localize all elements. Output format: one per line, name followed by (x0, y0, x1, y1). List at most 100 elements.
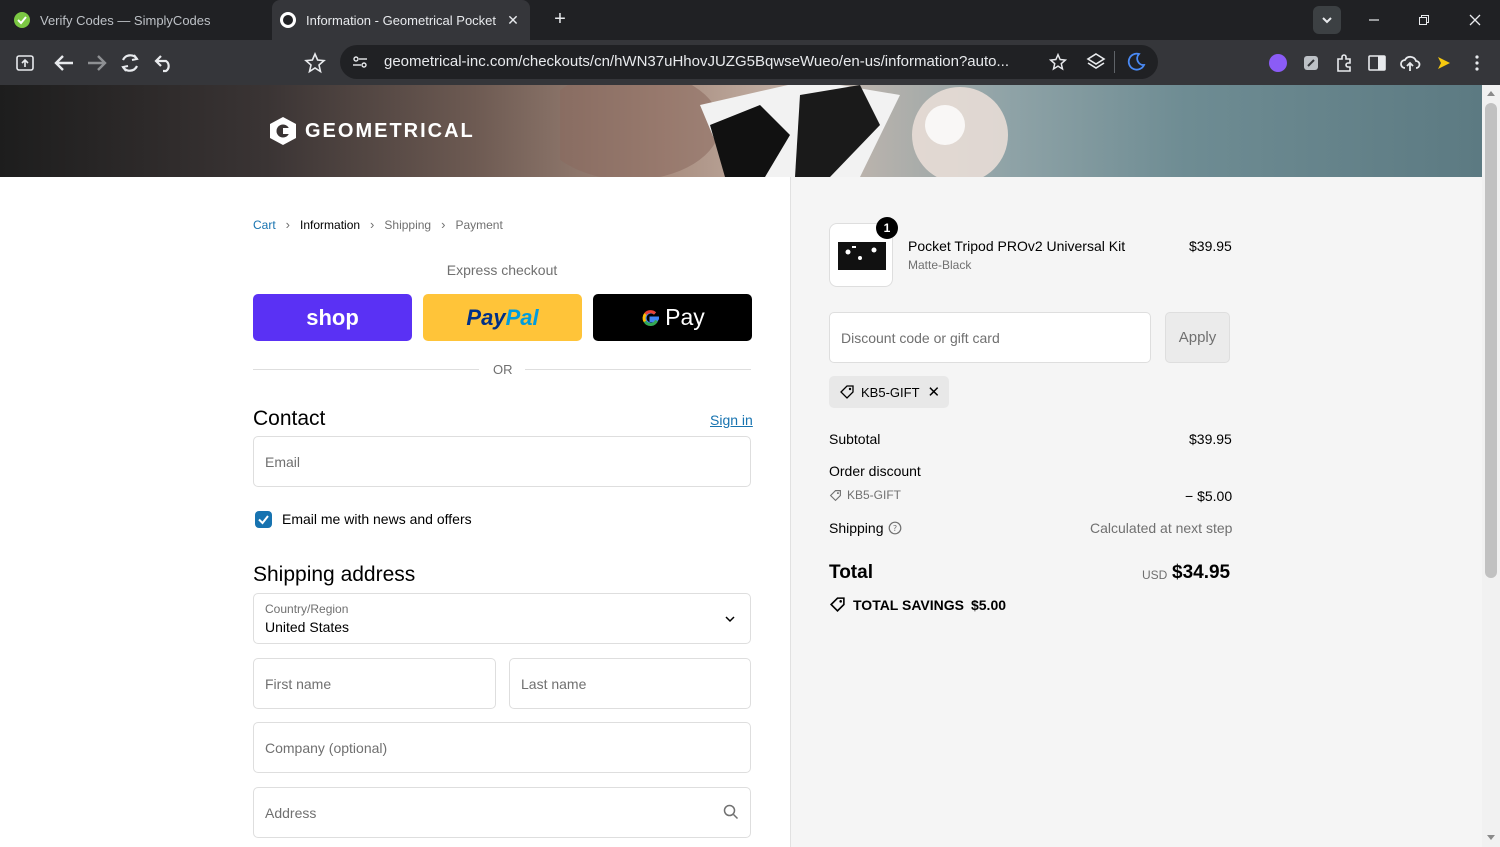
help-circle-icon[interactable]: ? (888, 521, 902, 535)
country-select[interactable]: Country/Region United States (253, 593, 751, 644)
remove-discount-icon[interactable]: ✕ (928, 383, 941, 401)
breadcrumb-payment: Payment (455, 217, 503, 232)
close-window-button[interactable] (1458, 6, 1492, 34)
close-tab-icon[interactable]: ✕ (504, 11, 522, 29)
reload-icon[interactable] (117, 50, 143, 76)
simplycodes-favicon-icon (14, 12, 30, 28)
new-tab-button[interactable]: + (548, 8, 572, 32)
google-g-icon (642, 309, 660, 326)
paypal-label-pal: Pal (505, 304, 539, 330)
last-name-input[interactable] (510, 659, 750, 708)
tab-search-button[interactable] (1313, 6, 1341, 34)
shop-pay-label: shop (306, 304, 359, 330)
tab-title: Information - Geometrical Pocket (306, 12, 496, 28)
newsletter-checkbox[interactable] (255, 511, 272, 528)
paypal-button[interactable]: Pay Pal (423, 294, 582, 341)
tab-information[interactable]: Information - Geometrical Pocket ✕ (272, 0, 530, 40)
scrollbar-thumb[interactable] (1485, 103, 1497, 578)
total-value: $34.95 (1172, 562, 1231, 583)
browser-tab-bar: Verify Codes — SimplyCodes Information -… (0, 0, 1500, 40)
price-tag-icon (829, 489, 841, 501)
back-arrow-icon[interactable] (51, 50, 77, 76)
minimize-button[interactable] (1357, 6, 1391, 34)
tab-verify-codes[interactable]: Verify Codes — SimplyCodes (0, 0, 270, 40)
quantity-badge: 1 (876, 217, 898, 239)
yellow-extension-icon[interactable] (1431, 50, 1457, 76)
cloud-upload-icon[interactable] (1397, 50, 1423, 76)
tab-title: Verify Codes — SimplyCodes (40, 12, 211, 28)
order-discount-label: Order discount (829, 463, 921, 479)
product-price: $39.95 (1189, 238, 1232, 254)
chevron-down-icon (725, 616, 735, 623)
divider-line (253, 369, 479, 370)
header-banner: GEOMETRICAL (0, 85, 1482, 177)
applied-discount-code: KB5-GIFT (861, 384, 920, 400)
express-checkout-title: Express checkout (446, 262, 558, 278)
apply-discount-button[interactable]: Apply (1165, 312, 1230, 363)
url-text[interactable]: geometrical-inc.com/checkouts/cn/hWN37uH… (384, 53, 1034, 70)
newsletter-label: Email me with news and offers (282, 511, 472, 527)
discount-code-input[interactable] (830, 313, 1150, 362)
purple-extension-icon[interactable] (1265, 50, 1291, 76)
breadcrumb-information: Information (300, 217, 361, 232)
chevron-right-icon: › (370, 217, 375, 232)
page-scrollbar[interactable] (1482, 85, 1500, 847)
star-icon[interactable] (1048, 52, 1068, 76)
total-savings-row: TOTAL SAVINGS $5.00 (829, 596, 1006, 613)
site-settings-icon[interactable] (352, 54, 368, 75)
upload-icon[interactable] (12, 50, 38, 76)
address-bar[interactable]: geometrical-inc.com/checkouts/cn/hWN37uH… (340, 45, 1158, 79)
search-icon[interactable] (723, 804, 739, 820)
side-panel-icon[interactable] (1364, 50, 1390, 76)
total-savings-label: TOTAL SAVINGS (853, 596, 964, 613)
company-field[interactable] (253, 722, 751, 773)
address-input[interactable] (254, 788, 750, 837)
chevron-down-icon (1322, 17, 1332, 24)
first-name-input[interactable] (254, 659, 495, 708)
forward-arrow-icon[interactable] (84, 50, 110, 76)
geometrical-logo-icon (270, 117, 296, 145)
divider-line (525, 369, 751, 370)
order-discount-value: − $5.00 (1185, 488, 1233, 504)
chevron-right-icon: › (441, 217, 446, 232)
or-divider-text: OR (493, 362, 513, 377)
breadcrumb-cart[interactable]: Cart (253, 218, 276, 232)
more-menu-icon[interactable] (1464, 50, 1490, 76)
email-field[interactable] (253, 436, 751, 487)
sign-in-link[interactable]: Sign in (710, 412, 753, 428)
browser-toolbar: geometrical-inc.com/checkouts/cn/hWN37uH… (0, 40, 1500, 85)
first-name-field[interactable] (253, 658, 496, 709)
company-input[interactable] (254, 723, 750, 772)
country-label: Country/Region (265, 602, 349, 616)
shipping-address-heading: Shipping address (253, 563, 416, 586)
google-pay-button[interactable]: Pay (593, 294, 752, 341)
geometrical-favicon-icon (280, 12, 296, 28)
total-label: Total (829, 562, 873, 583)
dark-mode-moon-icon[interactable] (1126, 52, 1146, 77)
bookmark-star-icon[interactable] (302, 50, 328, 76)
restore-button[interactable] (1407, 6, 1441, 34)
scroll-down-arrow-icon[interactable] (1486, 834, 1496, 842)
extensions-puzzle-icon[interactable] (1331, 50, 1357, 76)
extension-shield-icon[interactable] (1298, 50, 1324, 76)
discount-code-field[interactable] (829, 312, 1151, 363)
logo-text: GEOMETRICAL (305, 119, 475, 142)
currency-code: USD (1142, 568, 1168, 582)
layers-extension-icon[interactable] (1086, 52, 1106, 77)
store-logo[interactable]: GEOMETRICAL (268, 116, 475, 146)
scroll-up-arrow-icon[interactable] (1486, 89, 1496, 97)
undo-icon[interactable] (151, 50, 177, 76)
product-name: Pocket Tripod PROv2 Universal Kit (908, 238, 1126, 254)
last-name-field[interactable] (509, 658, 751, 709)
tripod-banner-image (560, 85, 1008, 177)
email-input[interactable] (254, 437, 750, 486)
subtotal-value: $39.95 (1189, 431, 1232, 447)
order-discount-code: KB5-GIFT (847, 488, 902, 502)
price-tag-icon (829, 597, 845, 613)
checkmark-icon (258, 515, 269, 525)
checkout-form-column: Cart › Information › Shipping › Payment … (0, 177, 790, 847)
price-tag-icon (840, 385, 854, 399)
total-savings-value: $5.00 (970, 596, 1007, 613)
address-field[interactable] (253, 787, 751, 838)
shop-pay-button[interactable]: shop (253, 294, 412, 341)
